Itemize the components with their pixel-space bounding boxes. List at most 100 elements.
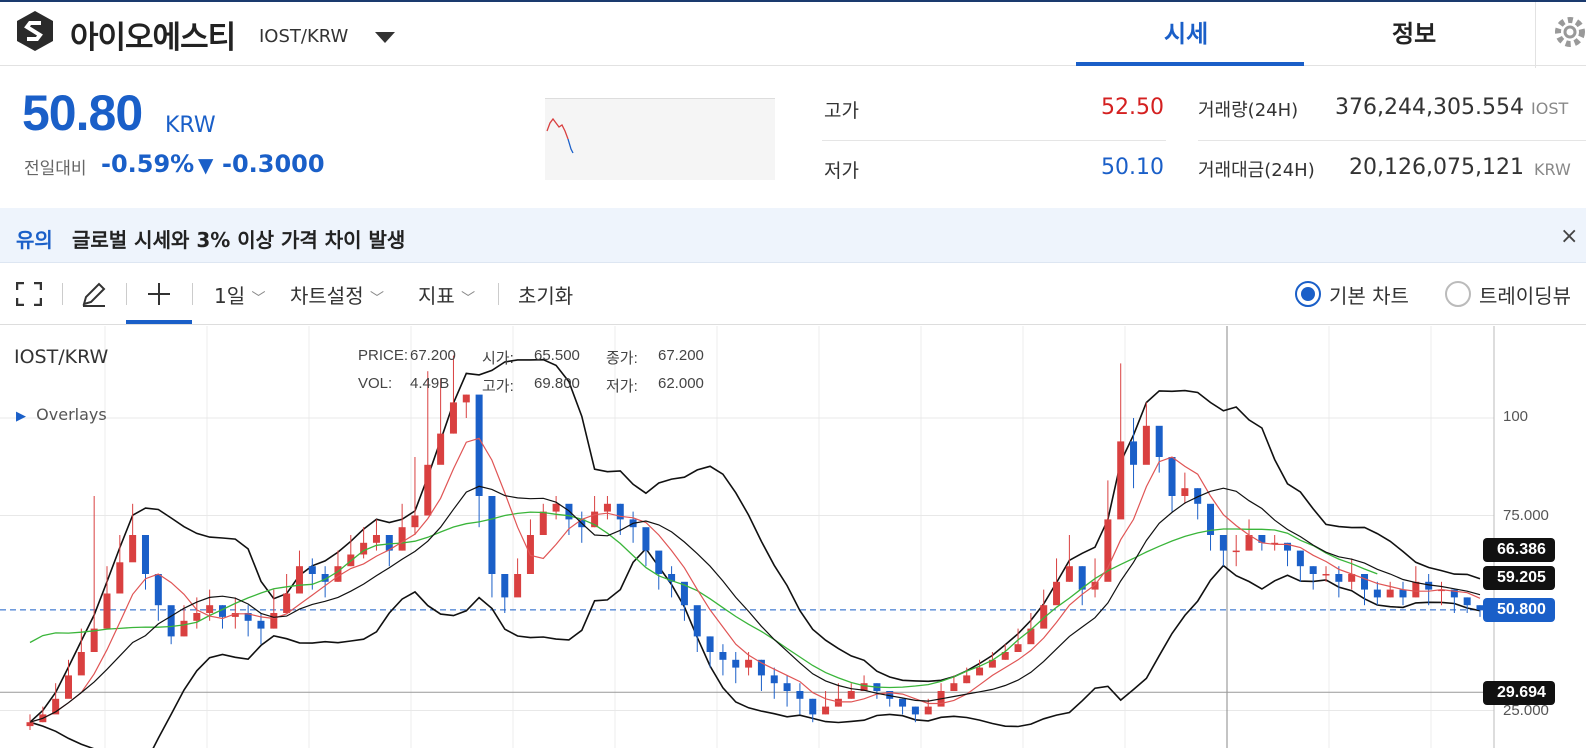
- chevron-down-icon[interactable]: [373, 29, 397, 45]
- candle-body: [103, 593, 111, 629]
- price-chart[interactable]: [0, 326, 1586, 748]
- candle-body: [552, 503, 560, 512]
- pencil-icon[interactable]: [80, 280, 108, 308]
- candle-body: [693, 605, 701, 637]
- fullscreen-icon[interactable]: [16, 282, 42, 306]
- divider: [62, 283, 63, 305]
- candle-body: [1014, 644, 1022, 652]
- volume-label: 거래량(24H): [1198, 100, 1299, 121]
- candle-body: [1219, 535, 1227, 551]
- candle-body: [976, 667, 984, 676]
- candle-body: [1053, 581, 1061, 606]
- candle-body: [1065, 566, 1073, 582]
- ohlc-high: 69.800: [534, 375, 580, 392]
- top-bar: 아이오에스티 IOST/KRW 시세 정보: [0, 0, 1586, 68]
- candle-body: [334, 566, 342, 582]
- chart-background: [0, 326, 1494, 748]
- coin-name: 아이오에스티: [70, 20, 236, 56]
- candle-body: [1322, 574, 1330, 576]
- candle-body: [950, 683, 958, 691]
- ohlc-price-label: PRICE:: [358, 347, 409, 364]
- triangle-right-icon: ▶: [16, 409, 26, 424]
- bb-upper-tag: 66.386: [1483, 538, 1555, 562]
- crosshair-icon[interactable]: [147, 282, 171, 306]
- candle-body: [822, 706, 830, 715]
- candle-body: [757, 659, 765, 676]
- candle-body: [116, 562, 124, 594]
- candle-body: [1463, 597, 1471, 606]
- reset-button[interactable]: 초기화: [518, 280, 573, 309]
- indicators-menu[interactable]: 지표 ﹀: [418, 280, 475, 309]
- price-unit: KRW: [165, 113, 216, 138]
- chart-settings-label: 차트설정: [290, 284, 364, 308]
- interval-select[interactable]: 1일 ﹀: [214, 280, 265, 309]
- candle-body: [424, 464, 432, 516]
- candle-body: [1130, 441, 1138, 465]
- notice-tag: 유의: [16, 228, 53, 252]
- candle-body: [745, 659, 753, 668]
- candle-body: [1142, 425, 1150, 465]
- active-tool-indicator: [126, 320, 192, 324]
- candle-body: [488, 496, 496, 574]
- amount-unit: KRW: [1534, 160, 1571, 179]
- change-label: 전일대비: [24, 159, 87, 179]
- candle-body: [257, 620, 265, 629]
- candle-body: [411, 515, 419, 528]
- y-tick-label: 100: [1503, 408, 1529, 425]
- chevron-down-icon: ﹀: [369, 291, 384, 307]
- high-label: 고가: [824, 100, 859, 122]
- current-price-tag: 50.800: [1483, 598, 1555, 622]
- ohlc-high-label: 고가:: [482, 378, 514, 395]
- chevron-down-icon: ﹀: [461, 291, 476, 307]
- chart-settings-menu[interactable]: 차트설정 ﹀: [290, 280, 384, 309]
- gear-icon[interactable]: [1535, 2, 1586, 68]
- candle-body: [141, 535, 149, 574]
- candle-body: [539, 511, 547, 535]
- candle-body: [180, 620, 188, 637]
- candle-body: [770, 675, 778, 684]
- chart-canvas[interactable]: [0, 326, 1586, 748]
- candle-body: [193, 613, 201, 621]
- candle-body: [924, 706, 932, 715]
- tab-price[interactable]: 시세: [1164, 14, 1208, 49]
- active-tab-indicator: [1076, 62, 1304, 66]
- amount-label: 거래대금(24H): [1198, 160, 1315, 181]
- divider: [126, 283, 127, 305]
- change-value: -0.3000: [222, 150, 325, 178]
- candle-body: [603, 503, 611, 512]
- radio-selected-icon[interactable]: [1294, 280, 1322, 308]
- candle-body: [90, 628, 98, 652]
- candle-body: [655, 550, 663, 574]
- chevron-down-icon: ﹀: [251, 291, 266, 307]
- high-value: 52.50: [1101, 95, 1164, 120]
- low-value: 50.10: [1101, 155, 1164, 180]
- candle-body: [449, 402, 457, 434]
- candle-body: [1361, 574, 1369, 590]
- candle-body: [26, 722, 34, 727]
- low-label: 저가: [824, 160, 859, 182]
- candle-body: [270, 613, 278, 629]
- divider: [192, 283, 193, 305]
- radio-basic-chart-label[interactable]: 기본 차트: [1329, 280, 1409, 309]
- candle-body: [154, 574, 162, 606]
- candle-body: [1386, 589, 1394, 598]
- indicators-label: 지표: [418, 284, 455, 308]
- radio-unselected-icon[interactable]: [1444, 280, 1472, 308]
- interval-label: 1일: [214, 284, 246, 308]
- volume-unit: IOST: [1531, 99, 1569, 118]
- candle-body: [167, 605, 175, 637]
- overlays-toggle[interactable]: ▶ Overlays: [16, 405, 107, 424]
- candle-body: [295, 566, 303, 594]
- candle-body: [437, 433, 445, 465]
- candle-body: [1245, 535, 1253, 551]
- notice-text: 글로벌 시세와 3% 이상 가격 차이 발생: [72, 228, 406, 252]
- amount-value: 20,126,075,121: [1349, 155, 1524, 180]
- candle-body: [475, 394, 483, 496]
- chart-grid: [0, 326, 1495, 748]
- ohlc-close: 67.200: [658, 347, 704, 364]
- candle-body: [283, 593, 291, 613]
- tab-info[interactable]: 정보: [1392, 14, 1436, 49]
- sparkline-chart: [545, 98, 775, 180]
- close-icon[interactable]: ×: [1560, 224, 1578, 249]
- radio-trading-chart-label[interactable]: 트레이딩뷰: [1479, 280, 1571, 309]
